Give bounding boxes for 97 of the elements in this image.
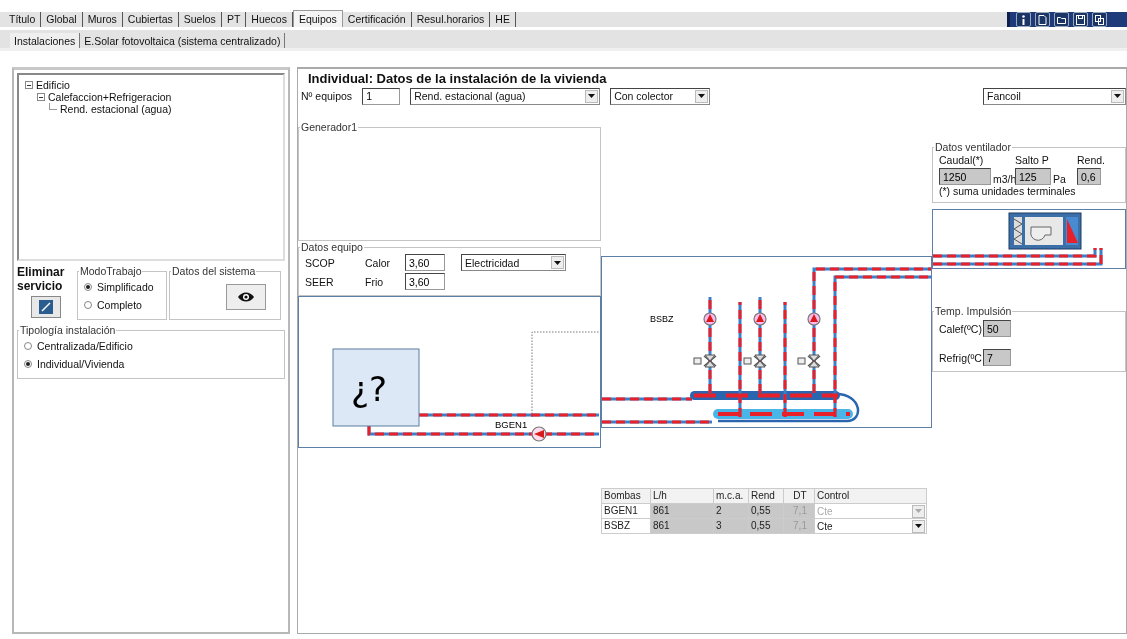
pump-icon: [753, 312, 767, 326]
heating-temp-field[interactable]: 50: [982, 320, 1011, 337]
control-dropdown[interactable]: Cte: [815, 519, 926, 533]
collapse-toggle-icon[interactable]: [25, 81, 33, 89]
group-title: Datos ventilador: [934, 141, 1012, 153]
group-title: Datos equipo: [300, 241, 364, 253]
caret-icon: [585, 89, 599, 103]
valve-icon: [797, 354, 821, 368]
group-title: Tipología instalación: [19, 324, 117, 336]
pump-icon: [807, 312, 821, 326]
tree-item[interactable]: Calefaccion+Refrigeracion: [48, 91, 172, 103]
eye-icon: [237, 291, 255, 303]
column-header: Control: [815, 489, 926, 503]
tab[interactable]: Suelos: [178, 12, 222, 27]
mode-label: Frio: [365, 275, 385, 288]
efficiency-field[interactable]: 0,6: [1077, 168, 1101, 185]
metric-label: SEER: [305, 275, 335, 288]
group-title: Generador1: [300, 121, 359, 133]
caret-icon: [551, 256, 564, 269]
column-header: Rend: [749, 489, 783, 503]
tree-item[interactable]: Edificio: [36, 79, 70, 91]
radio-label: Centralizada/Edificio: [37, 340, 133, 352]
tab[interactable]: Huecos: [246, 12, 293, 27]
table-cell: BSBZ: [602, 519, 650, 533]
dropdown[interactable]: Electricidad: [461, 254, 566, 271]
dropdown[interactable]: Fancoil: [983, 87, 1126, 105]
radio-label: Completo: [97, 299, 142, 311]
fancoil-icon: [1008, 212, 1082, 250]
caret-icon: [912, 519, 925, 533]
tab[interactable]: Título: [4, 12, 42, 27]
view-button[interactable]: [226, 284, 266, 310]
metric-label: SCOP: [305, 256, 336, 269]
tab[interactable]: E.Solar fotovoltaica (sistema centralizado): [80, 33, 286, 48]
valve-icon: [693, 354, 717, 368]
caret-icon: [1111, 89, 1124, 103]
pump-icon: [703, 312, 717, 326]
pump-label: BGEN1: [495, 419, 528, 430]
pressure-field[interactable]: 125: [1015, 168, 1051, 185]
table-cell: 861: [651, 504, 713, 518]
caret-icon: [912, 504, 925, 518]
tab[interactable]: Cubiertas: [122, 12, 179, 27]
column-header: Bombas: [602, 489, 650, 503]
delete-service-label: Eliminar servicio: [17, 265, 66, 293]
dropdown[interactable]: Rend. estacional (agua): [410, 87, 601, 105]
radio-button[interactable]: [24, 360, 32, 368]
dropdown[interactable]: Con colector: [610, 87, 711, 105]
radio-button[interactable]: [84, 283, 92, 291]
pump-label: BSBZ: [650, 314, 674, 324]
value-field[interactable]: 3,60: [405, 273, 445, 290]
note-text: (*) suma unidades terminales: [939, 185, 1076, 197]
delete-service-button[interactable]: [31, 296, 61, 318]
collapse-toggle-icon[interactable]: [37, 93, 45, 101]
tab[interactable]: Instalaciones: [10, 33, 81, 48]
units-label: Nº equipos: [301, 90, 353, 102]
value-field[interactable]: 3,60: [405, 254, 445, 271]
unit-label: Pa: [1053, 173, 1067, 185]
tab[interactable]: Resul.horarios: [411, 12, 491, 27]
field-label: Caudal(*): [939, 154, 985, 166]
generator-symbol: ¿?: [351, 369, 388, 409]
valve-icon: [743, 354, 767, 368]
tab[interactable]: Certificación: [342, 12, 412, 27]
column-header: DT: [784, 489, 814, 503]
caret-icon: [695, 89, 709, 103]
cooling-temp-field[interactable]: 7: [982, 349, 1011, 366]
table-cell: 0,55: [749, 519, 783, 533]
table-cell: 3: [714, 519, 748, 533]
tab[interactable]: PT: [221, 12, 247, 27]
group-title: Temp. Impulsión: [934, 305, 1013, 317]
flow-field[interactable]: 1250: [939, 168, 991, 185]
group-title: ModoTrabajo: [79, 265, 143, 277]
column-header: L/h: [651, 489, 713, 503]
save-icon[interactable]: [1073, 12, 1088, 27]
table-cell: 861: [651, 519, 713, 533]
units-field[interactable]: 1: [362, 87, 401, 105]
table-cell: BGEN1: [602, 504, 650, 518]
field-label: Calef(ºC): [939, 322, 982, 335]
tab[interactable]: HE: [490, 12, 516, 27]
group-title: Datos del sistema: [171, 265, 257, 277]
table-cell: 0,55: [749, 504, 783, 518]
info-icon[interactable]: [1016, 12, 1031, 27]
field-label: Refrig(ºC: [939, 351, 982, 364]
pump-icon: [531, 426, 547, 442]
form-title: Individual: Datos de la instalación de la vivienda: [307, 70, 608, 86]
table-cell: 2: [714, 504, 748, 518]
tree-item[interactable]: Rend. estacional (agua): [60, 103, 172, 115]
copy-icon[interactable]: [1092, 12, 1107, 27]
mode-label: Calor: [365, 256, 392, 269]
field-label: Salto P: [1015, 154, 1050, 166]
column-header: m.c.a.: [714, 489, 748, 503]
folder-icon[interactable]: [1054, 12, 1069, 27]
radio-label: Individual/Vivienda: [37, 358, 125, 370]
tab[interactable]: Equipos: [292, 10, 343, 27]
document-icon[interactable]: [1035, 12, 1050, 27]
tree-connector-icon: [49, 103, 57, 110]
tab[interactable]: Muros: [82, 12, 123, 27]
tab[interactable]: Global: [41, 12, 83, 27]
radio-label: Simplificado: [97, 281, 154, 293]
